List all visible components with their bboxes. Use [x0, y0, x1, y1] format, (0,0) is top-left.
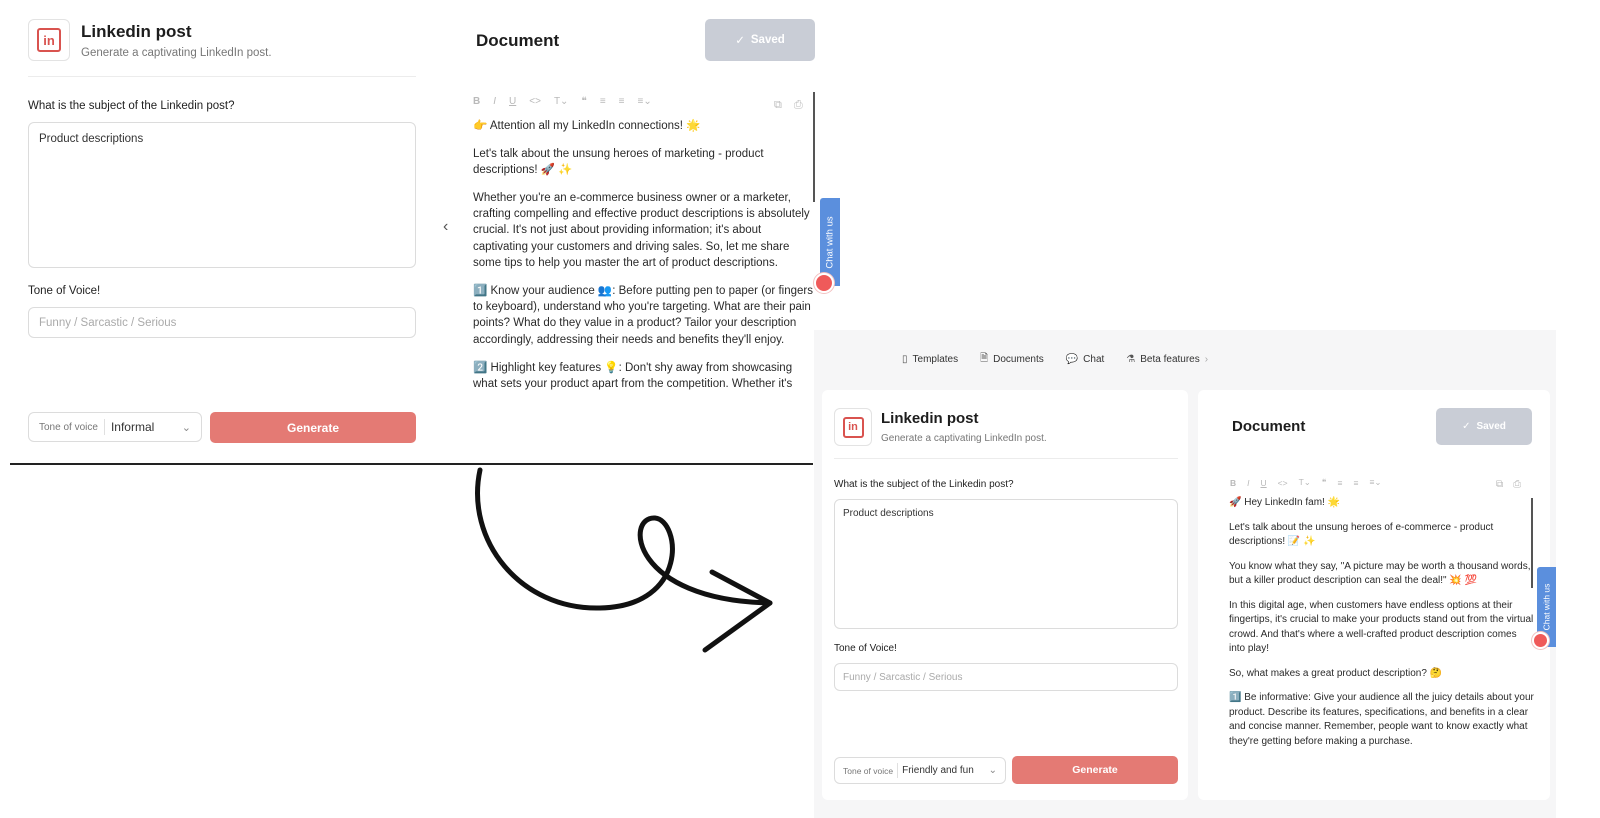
document-title: Document — [476, 31, 560, 50]
select-value: Informal — [110, 420, 155, 434]
italic-icon[interactable]: I — [1247, 478, 1249, 488]
generate-button[interactable]: Generate — [210, 412, 416, 443]
documents-icon: 🗎 — [980, 353, 989, 364]
print-icon[interactable]: ⎙ — [1513, 479, 1521, 490]
saved-label: Saved — [750, 34, 785, 46]
tone-of-voice-select[interactable]: Tone of voice Friendly and fun ⌄ — [834, 757, 1006, 784]
divider — [834, 458, 1178, 459]
doc-paragraph: 🚀 Hey LinkedIn fam! 🌟 — [1229, 497, 1341, 508]
scrollbar[interactable] — [813, 92, 815, 202]
text-size-icon[interactable]: T⌄ — [1299, 477, 1311, 488]
italic-icon[interactable]: I — [493, 96, 496, 107]
nav-documents[interactable]: 🗎 Documents — [980, 351, 1044, 368]
form-subtitle: Generate a captivating LinkedIn post. — [81, 47, 272, 59]
transition-arrow — [475, 467, 773, 653]
form-title: Linkedin post — [881, 410, 979, 427]
bold-icon[interactable]: B — [1230, 478, 1236, 488]
divider — [28, 76, 416, 77]
doc-paragraph: Whether you're an e-commerce business ow… — [473, 191, 810, 270]
after-document-panel: Document ✓ Saved B I U <> T⌄ ❝ ≡ ≡ ≡⌄ ⧉ … — [1198, 390, 1550, 800]
subject-textarea[interactable]: Product descriptions — [834, 499, 1178, 629]
document-body[interactable]: 🚀 Hey LinkedIn fam! 🌟 Let's talk about t… — [1229, 496, 1534, 786]
after-form-panel: in Linkedin post Generate a captivating … — [822, 390, 1188, 800]
underline-icon[interactable]: U — [1261, 478, 1267, 488]
bullet-list-icon[interactable]: ≡ — [619, 96, 625, 107]
document-body[interactable]: 👉 Attention all my LinkedIn connections!… — [473, 118, 813, 446]
bullet-list-icon[interactable]: ≡ — [1353, 478, 1358, 488]
align-icon[interactable]: ≡⌄ — [1369, 477, 1381, 488]
subject-label: What is the subject of the Linkedin post… — [28, 100, 235, 112]
form-subtitle: Generate a captivating LinkedIn post. — [881, 433, 1047, 444]
templates-icon: ▯ — [902, 354, 908, 365]
align-icon[interactable]: ≡⌄ — [638, 96, 652, 107]
linkedin-icon: in — [37, 28, 61, 52]
chevron-down-icon: ⌄ — [988, 765, 997, 776]
generate-button[interactable]: Generate — [1012, 756, 1178, 784]
select-value: Friendly and fun — [902, 765, 974, 776]
doc-paragraph: 1️⃣ Be informative: Give your audience a… — [1229, 692, 1534, 747]
doc-paragraph: 2️⃣ Highlight key features 💡: Don't shy … — [473, 361, 793, 390]
editor-actions: ⧉ ⎙ — [1496, 479, 1521, 490]
doc-paragraph: In this digital age, when customers have… — [1229, 599, 1534, 655]
chat-bubble-icon[interactable] — [814, 273, 834, 293]
doc-paragraph: 👉 Attention all my LinkedIn connections!… — [473, 120, 701, 132]
saved-button[interactable]: ✓ Saved — [705, 19, 815, 61]
before-document-panel: Document ✓ Saved B I U <> T⌄ ❝ ≡ ≡ ≡⌄ ⧉ … — [458, 0, 828, 458]
code-icon[interactable]: <> — [529, 96, 541, 107]
subject-label: What is the subject of the Linkedin post… — [834, 479, 1014, 490]
check-icon: ✓ — [1462, 421, 1471, 432]
scrollbar[interactable] — [1531, 498, 1533, 588]
bold-icon[interactable]: B — [473, 96, 480, 107]
ordered-list-icon[interactable]: ≡ — [600, 96, 606, 107]
chat-bubble-icon[interactable] — [1532, 632, 1549, 649]
code-icon[interactable]: <> — [1278, 478, 1288, 488]
linkedin-logo: in — [28, 19, 70, 61]
select-label: Tone of voice — [843, 765, 894, 776]
text-size-icon[interactable]: T⌄ — [554, 96, 569, 107]
collapse-arrow-icon[interactable]: ‹ — [443, 218, 448, 236]
chat-icon: 💬 — [1065, 354, 1079, 365]
top-nav: ▯ Templates 🗎 Documents 💬 Chat ⚗ Beta featur… — [902, 351, 1208, 368]
tone-label: Tone of Voice! — [834, 643, 897, 654]
chevron-right-icon: › — [1204, 354, 1209, 365]
print-icon[interactable]: ⎙ — [794, 99, 803, 112]
copy-icon[interactable]: ⧉ — [1496, 479, 1503, 490]
document-title: Document — [1232, 418, 1306, 435]
tone-input[interactable]: Funny / Sarcastic / Serious — [834, 663, 1178, 691]
select-label: Tone of voice — [39, 421, 98, 433]
chevron-down-icon: ⌄ — [181, 421, 191, 434]
subject-textarea[interactable]: Product descriptions — [28, 122, 416, 268]
check-icon: ✓ — [735, 35, 745, 47]
quote-icon[interactable]: ❝ — [1322, 477, 1327, 488]
nav-beta-features[interactable]: ⚗ Beta features › — [1126, 354, 1208, 365]
quote-icon[interactable]: ❝ — [581, 96, 586, 107]
ordered-list-icon[interactable]: ≡ — [1338, 478, 1343, 488]
nav-chat[interactable]: 💬 Chat — [1066, 354, 1105, 365]
editor-toolbar: B I U <> T⌄ ❝ ≡ ≡ ≡⌄ — [1230, 477, 1382, 488]
tone-input[interactable]: Funny / Sarcastic / Serious — [28, 307, 416, 338]
nav-templates[interactable]: ▯ Templates — [902, 354, 958, 365]
doc-paragraph: Let's talk about the unsung heroes of e-… — [1229, 521, 1494, 548]
before-form-panel: in Linkedin post Generate a captivating … — [14, 0, 426, 458]
tone-label: Tone of Voice! — [28, 285, 101, 297]
doc-paragraph: So, what makes a great product descripti… — [1229, 667, 1443, 679]
underline-icon[interactable]: U — [509, 96, 516, 107]
beta-icon: ⚗ — [1126, 354, 1136, 365]
doc-paragraph: 1️⃣ Know your audience 👥: Before putting… — [473, 284, 813, 346]
doc-paragraph: Let's talk about the unsung heroes of ma… — [473, 147, 764, 177]
saved-button[interactable]: ✓ Saved — [1436, 408, 1532, 445]
doc-paragraph: You know what they say, "A picture may b… — [1229, 560, 1531, 587]
copy-icon[interactable]: ⧉ — [774, 99, 782, 112]
linkedin-logo: in — [834, 408, 872, 446]
linkedin-icon: in — [842, 416, 864, 438]
saved-label: Saved — [1476, 421, 1506, 432]
form-title: Linkedin post — [81, 22, 192, 41]
editor-actions: ⧉ ⎙ — [774, 99, 803, 112]
tone-of-voice-select[interactable]: Tone of voice Informal ⌄ — [28, 412, 202, 442]
editor-toolbar: B I U <> T⌄ ❝ ≡ ≡ ≡⌄ — [473, 96, 652, 107]
